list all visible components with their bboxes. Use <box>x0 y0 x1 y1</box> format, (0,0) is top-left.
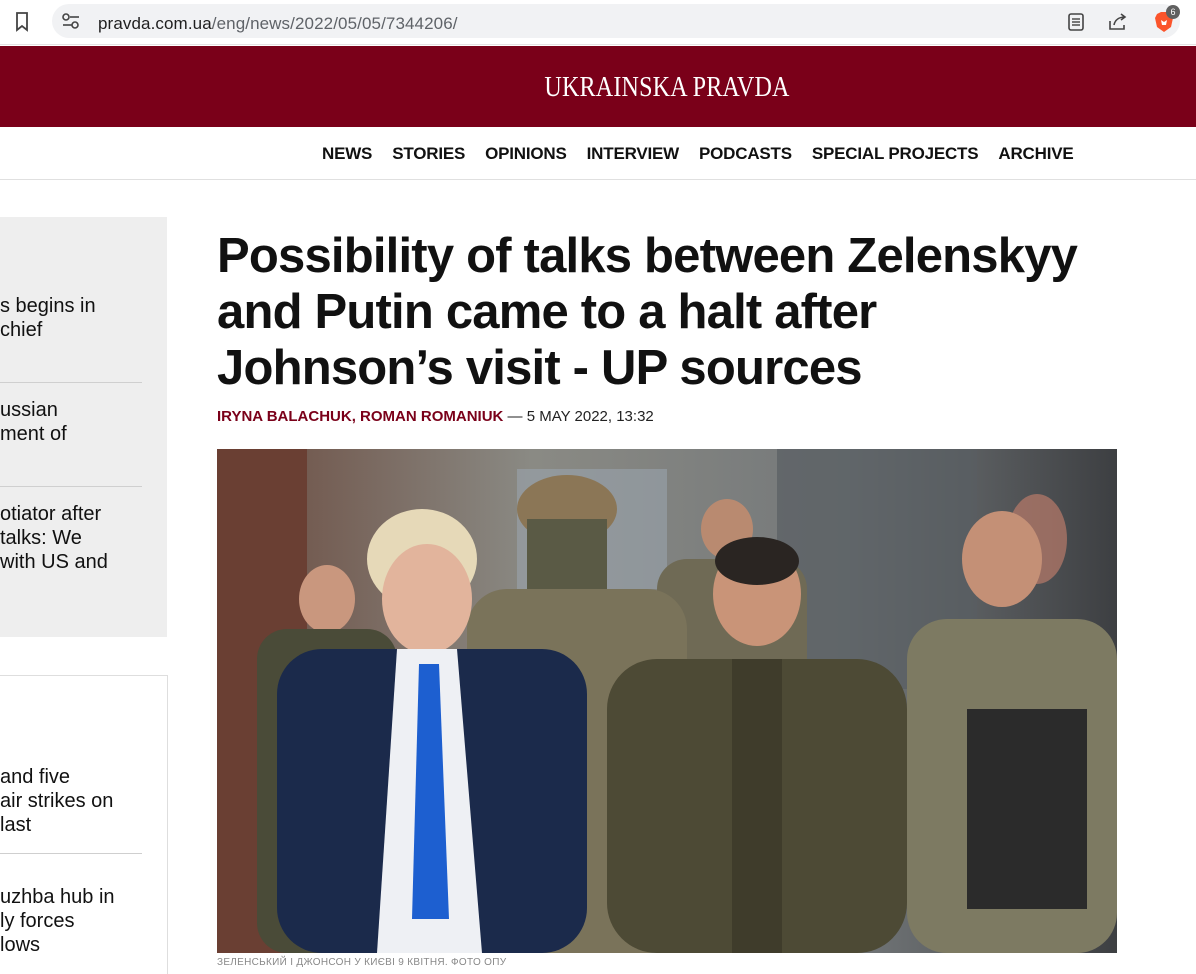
sidebar-news-line: s begins in <box>0 295 96 317</box>
address-bar[interactable]: pravda.com.ua/eng/news/2022/05/05/734420… <box>52 4 1180 38</box>
bookmark-icon[interactable] <box>9 9 35 35</box>
photo-caption: ЗЕЛЕНСЬКИЙ І ДЖОНСОН У КИЄВІ 9 КВІТНЯ. Ф… <box>217 957 507 968</box>
brave-count-badge: 6 <box>1166 5 1180 19</box>
browser-toolbar: pravda.com.ua/eng/news/2022/05/05/734420… <box>0 0 1196 45</box>
sidebar-news-item[interactable]: otiator after talks: We with US and <box>0 502 142 574</box>
sidebar-news-line: last <box>0 814 32 836</box>
url-domain: pravda.com.ua <box>98 14 212 33</box>
share-icon[interactable] <box>1105 9 1131 35</box>
nav-archive[interactable]: ARCHIVE <box>998 144 1073 164</box>
nav-links: NEWS STORIES OPINIONS INTERVIEW PODCASTS… <box>322 144 1074 164</box>
article-byline: IRYNA BALACHUK, ROMAN ROMANIUK — 5 MAY 2… <box>217 408 654 425</box>
sidebar-news-line: ussian <box>0 399 58 421</box>
url-path: /eng/news/2022/05/05/7344206/ <box>211 14 458 33</box>
sidebar-news-item[interactable]: and five air strikes on last <box>0 765 142 837</box>
site-logo[interactable]: UKRAINSKA PRAVDA <box>93 72 1196 104</box>
sidebar-news-line: lows <box>0 934 41 956</box>
sidebar-news-line: chief <box>0 319 43 341</box>
sidebar-news-line: and five <box>0 766 71 788</box>
sidebar-divider <box>0 382 142 383</box>
sidebar-news-line: ly forces <box>0 910 75 932</box>
sidebar-divider <box>0 486 142 487</box>
sidebar-news-line: air strikes on <box>0 790 114 812</box>
main-nav: NEWS STORIES OPINIONS INTERVIEW PODCASTS… <box>0 127 1196 180</box>
nav-special-projects[interactable]: SPECIAL PROJECTS <box>812 144 979 164</box>
nav-interview[interactable]: INTERVIEW <box>587 144 680 164</box>
article-date: — 5 MAY 2022, 13:32 <box>503 408 654 425</box>
sidebar-news-item[interactable]: ussian ment of <box>0 398 142 446</box>
reader-mode-icon[interactable] <box>1063 9 1089 35</box>
article-headline: Possibility of talks between Zelenskyy a… <box>217 229 1078 395</box>
sidebar-news-line: uzhba hub in <box>0 886 115 908</box>
sidebar-news-line: talks: We <box>0 527 82 549</box>
article-authors[interactable]: IRYNA BALACHUK, ROMAN ROMANIUK <box>217 408 503 425</box>
site-settings-icon[interactable] <box>58 8 84 34</box>
sidebar-news-line: ment of <box>0 423 67 445</box>
sidebar-news-item[interactable]: uzhba hub in ly forces lows <box>0 885 142 957</box>
nav-news[interactable]: NEWS <box>322 144 372 164</box>
sidebar-news-item[interactable]: s begins in chief <box>0 294 142 342</box>
sidebar-news-line: otiator after <box>0 503 102 525</box>
nav-opinions[interactable]: OPINIONS <box>485 144 567 164</box>
sidebar-news-line: with US and <box>0 551 108 573</box>
site-header: UKRAINSKA PRAVDA <box>0 46 1196 127</box>
nav-stories[interactable]: STORIES <box>392 144 465 164</box>
article-photo <box>217 449 1117 953</box>
sidebar-divider <box>0 853 142 854</box>
url-text: pravda.com.ua/eng/news/2022/05/05/734420… <box>98 14 458 34</box>
nav-podcasts[interactable]: PODCASTS <box>699 144 792 164</box>
